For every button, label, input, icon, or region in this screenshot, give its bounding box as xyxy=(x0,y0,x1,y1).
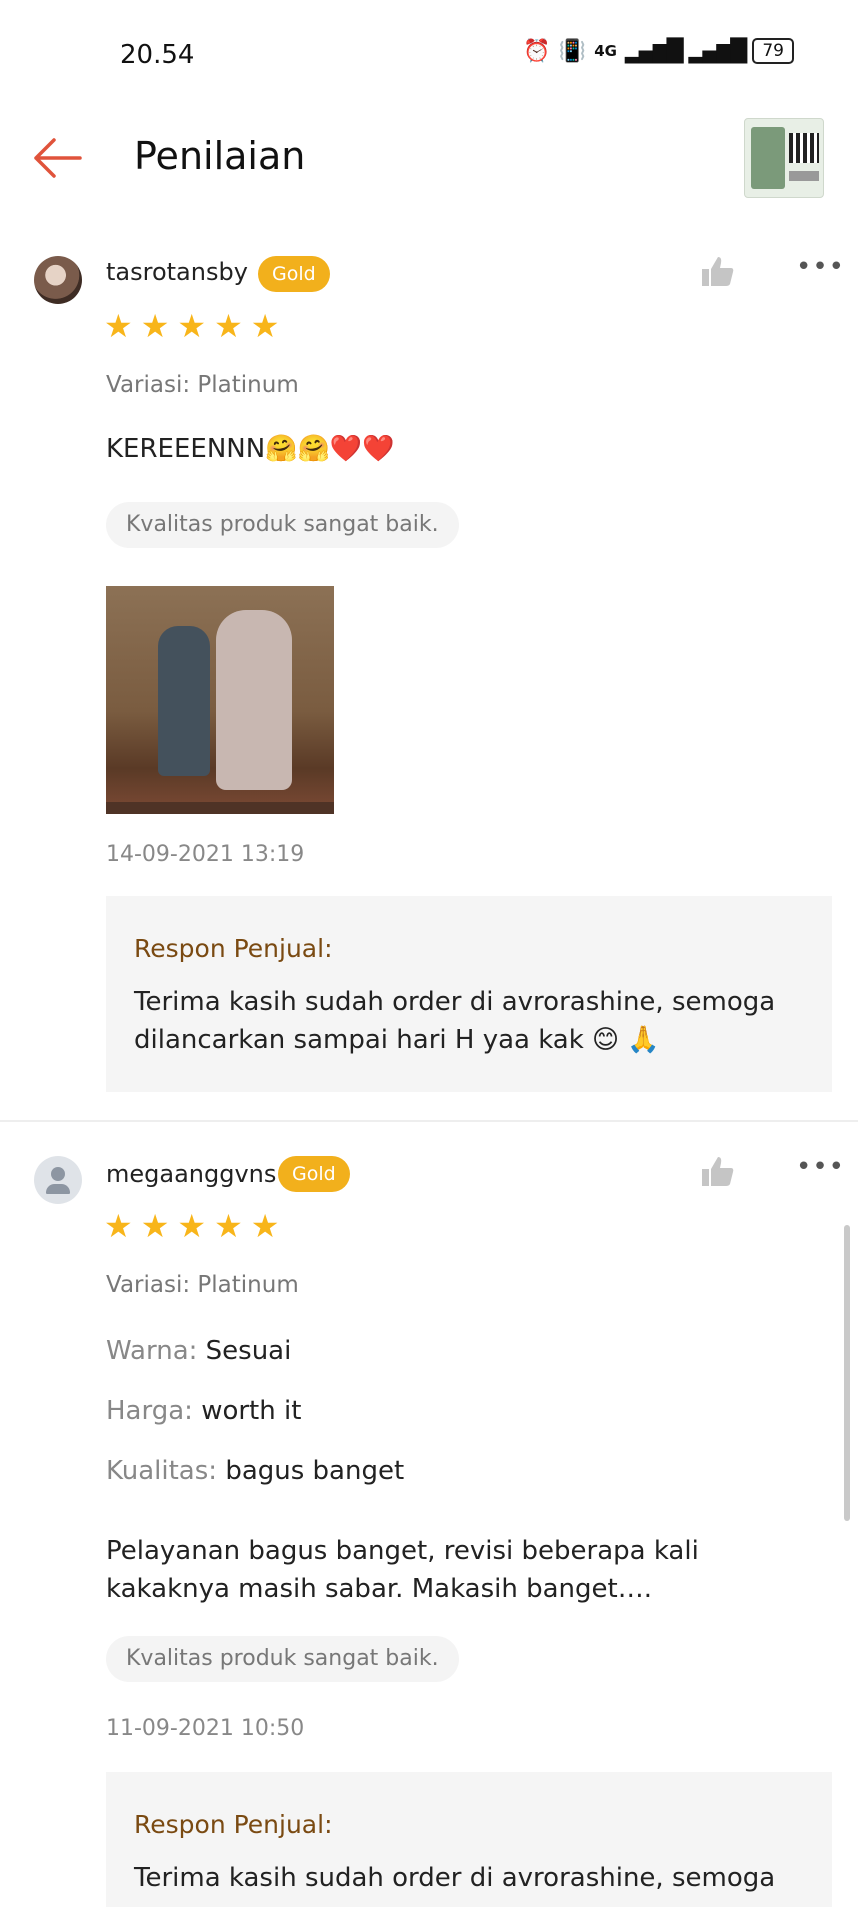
thumbs-up-icon xyxy=(702,1157,734,1186)
signal-icon: ▂▄▆█ xyxy=(624,38,684,64)
quality-chip: Kvalitas produk sangat baik. xyxy=(106,502,459,548)
scrollbar[interactable] xyxy=(844,1225,850,1521)
review-username[interactable]: tasrotansby xyxy=(106,258,248,286)
attribute-value: bagus banget xyxy=(225,1456,405,1486)
seller-response-text: Terima kasih sudah order di avrorashine,… xyxy=(134,987,776,1055)
star-icon: ★ xyxy=(140,1207,170,1245)
alarm-icon: ⏰ xyxy=(523,38,551,64)
battery-icon: 79 xyxy=(752,38,794,64)
page-title: Penilaian xyxy=(134,134,306,178)
seller-response-title: Respon Penjual: xyxy=(134,934,333,963)
seller-response-title: Respon Penjual: xyxy=(134,1810,333,1839)
like-button[interactable] xyxy=(700,254,736,290)
review-comment: KEREEENNN🤗🤗❤️❤️ xyxy=(106,434,395,464)
thumbs-up-icon xyxy=(702,257,734,286)
review-photo[interactable] xyxy=(106,586,334,814)
review-date: 14-09-2021 13:19 xyxy=(106,842,305,867)
quality-chip: Kvalitas produk sangat baik. xyxy=(106,1636,459,1682)
star-icon: ★ xyxy=(214,307,243,345)
review-variation: Variasi: Platinum xyxy=(106,372,299,398)
member-badge: Gold xyxy=(278,1156,350,1192)
star-icon: ★ xyxy=(250,307,280,345)
qr-code-icon xyxy=(789,133,819,163)
review-comment: Pelayanan bagus banget, revisi beberapa … xyxy=(106,1536,699,1604)
app-bar: Penilaian xyxy=(0,110,858,210)
review-variation: Variasi: Platinum xyxy=(106,1272,299,1298)
attribute-price: Harga: worth it xyxy=(106,1396,301,1426)
status-icons: ⏰ 📳 4G ▂▄▆█ ▂▄▆█ 79 xyxy=(523,38,794,64)
star-icon: ★ xyxy=(104,1207,133,1245)
status-bar: 20.54 ⏰ 📳 4G ▂▄▆█ ▂▄▆█ 79 xyxy=(0,0,858,110)
attribute-value: worth it xyxy=(201,1396,302,1426)
arrow-left-icon xyxy=(34,138,82,178)
more-options-icon[interactable]: ••• xyxy=(796,252,845,282)
attribute-value: Sesuai xyxy=(205,1336,292,1366)
star-icon: ★ xyxy=(214,1207,243,1245)
star-icon: ★ xyxy=(177,307,207,345)
avatar[interactable] xyxy=(34,1156,82,1204)
star-rating: ★ ★ ★ ★ ★ xyxy=(104,310,279,342)
person-icon xyxy=(51,1167,65,1181)
attribute-quality: Kualitas: bagus banget xyxy=(106,1456,404,1486)
attribute-key: Harga: xyxy=(106,1396,193,1426)
star-icon: ★ xyxy=(177,1207,207,1245)
network-label: 4G xyxy=(594,42,617,60)
attribute-key: Warna: xyxy=(106,1336,198,1366)
battery-level: 79 xyxy=(762,41,784,61)
signal-icon-2: ▂▄▆█ xyxy=(688,38,748,64)
product-thumbnail[interactable] xyxy=(744,118,824,198)
status-time: 20.54 xyxy=(120,40,195,70)
star-rating: ★ ★ ★ ★ ★ xyxy=(104,1210,279,1242)
member-badge: Gold xyxy=(258,256,330,292)
star-icon: ★ xyxy=(104,307,133,345)
attribute-key: Kualitas: xyxy=(106,1456,218,1486)
star-icon: ★ xyxy=(140,307,170,345)
vibrate-icon: 📳 xyxy=(558,38,587,64)
avatar[interactable] xyxy=(34,256,82,304)
review-date: 11-09-2021 10:50 xyxy=(106,1716,305,1741)
more-options-icon[interactable]: ••• xyxy=(796,1152,845,1182)
seller-response: Respon Penjual: Terima kasih sudah order… xyxy=(106,896,832,1092)
review-username[interactable]: megaanggvns xyxy=(106,1160,276,1188)
seller-response-text: Terima kasih sudah order di avrorashine,… xyxy=(134,1863,776,1893)
star-icon: ★ xyxy=(250,1207,280,1245)
attribute-color: Warna: Sesuai xyxy=(106,1336,291,1366)
seller-response: Respon Penjual: Terima kasih sudah order… xyxy=(106,1772,832,1907)
like-button[interactable] xyxy=(700,1154,736,1190)
back-button[interactable] xyxy=(28,128,88,188)
review-divider xyxy=(0,1120,858,1122)
